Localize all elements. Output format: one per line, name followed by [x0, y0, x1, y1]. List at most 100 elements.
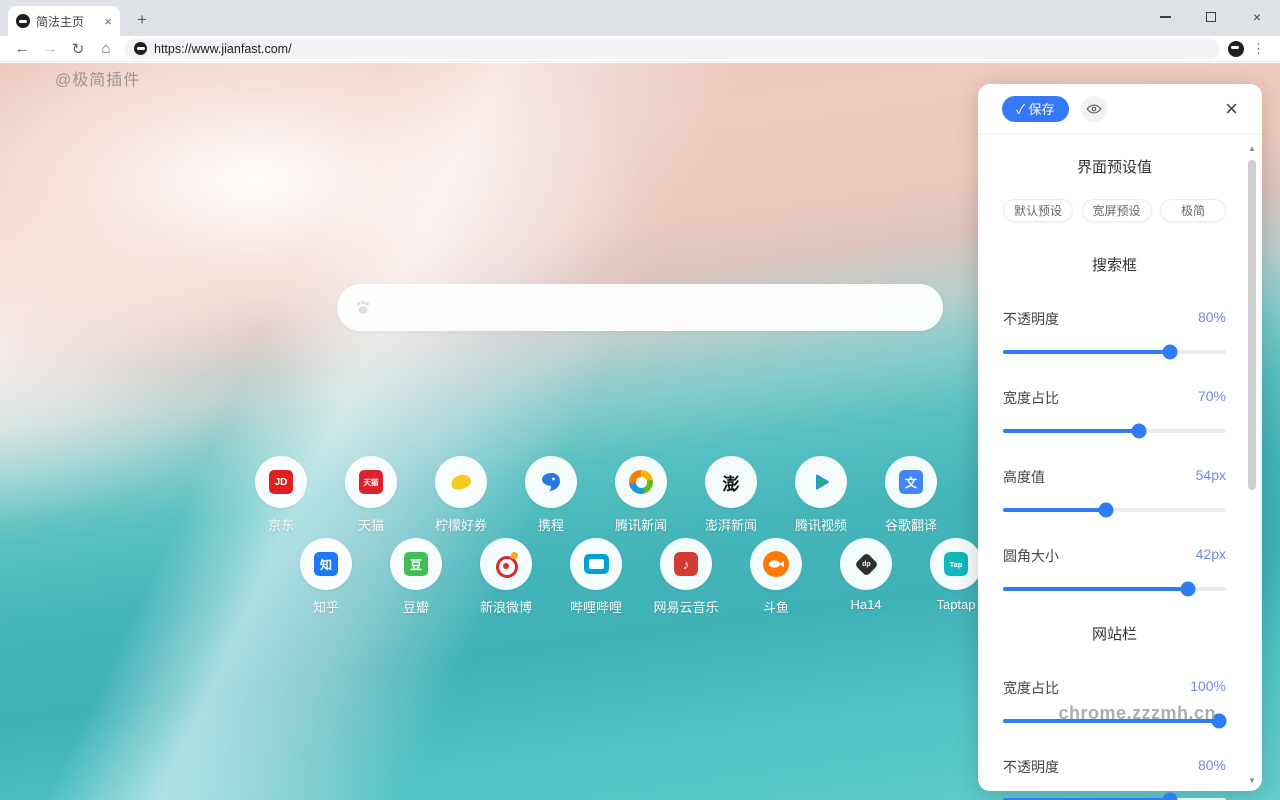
minimize-button[interactable]	[1142, 0, 1188, 34]
shortcut-label: 柠檬好券	[435, 515, 487, 534]
shortcut-google-translate[interactable]: 文 谷歌翻译	[885, 456, 937, 534]
preset-minimal-button[interactable]: 极简	[1160, 199, 1226, 222]
slider-value: 54px	[1196, 467, 1226, 487]
slider-search-height: 高度值 54px	[1003, 467, 1226, 512]
shortcut-ctrip[interactable]: 携程	[525, 456, 577, 534]
maximize-icon	[1206, 12, 1216, 22]
slider-value: 80%	[1198, 757, 1226, 777]
preset-default-button[interactable]: 默认预设	[1003, 199, 1073, 222]
eye-icon	[1086, 101, 1102, 117]
shortcut-tencent-video[interactable]: 腾讯视频	[795, 456, 847, 534]
zhihu-icon: 知	[300, 538, 352, 590]
shortcut-label: 腾讯视频	[795, 515, 847, 534]
shortcut-label: 斗鱼	[763, 597, 789, 616]
baidu-paw-icon	[353, 298, 373, 318]
slider-label: 圆角大小	[1003, 546, 1059, 566]
url-text: https://www.jianfast.com/	[154, 42, 292, 56]
reload-button[interactable]: ↻	[64, 40, 92, 58]
panel-close-icon[interactable]: ×	[1225, 98, 1238, 120]
scroll-thumb[interactable]	[1248, 160, 1256, 490]
taptap-icon: Tap	[930, 538, 982, 590]
shortcut-lemon-coupon[interactable]: 柠檬好券	[435, 456, 487, 534]
shortcut-label: 豆瓣	[403, 597, 429, 616]
shortcut-tmall[interactable]: 天猫 天猫	[345, 456, 397, 534]
shortcut-label: 澎湃新闻	[705, 515, 757, 534]
shortcut-jingdong[interactable]: JD 京东	[255, 456, 307, 534]
shortcut-zhihu[interactable]: 知 知乎	[300, 538, 352, 616]
sitebar-section-title: 网站栏	[1003, 623, 1226, 644]
slider-label: 高度值	[1003, 467, 1045, 487]
search-bar[interactable]	[337, 284, 943, 331]
netease-music-icon: ♪	[660, 538, 712, 590]
panel-scrollbar[interactable]: ▲ ▼	[1246, 144, 1258, 785]
site-favicon-icon	[134, 42, 147, 55]
maximize-button[interactable]	[1188, 0, 1234, 34]
browser-tab[interactable]: 简法主页 ×	[8, 6, 120, 36]
slider-value: 70%	[1198, 388, 1226, 408]
tab-strip: 简法主页 × + ×	[0, 0, 1280, 36]
scroll-up-icon[interactable]: ▲	[1246, 144, 1258, 153]
slider-knob[interactable]	[1098, 503, 1113, 518]
shortcut-label: Taptap	[936, 597, 975, 612]
panel-header: ✓ 保存 ×	[978, 84, 1262, 134]
forward-button[interactable]: →	[36, 40, 64, 57]
shortcut-bilibili[interactable]: 哔哩哔哩	[570, 538, 622, 616]
weibo-eye-icon	[480, 538, 532, 590]
slider-knob[interactable]	[1163, 793, 1178, 800]
search-opacity-slider[interactable]	[1003, 350, 1226, 354]
shortcut-row-2: 知 知乎 豆 豆瓣 新浪微博 哔哩哔哩 ♪ 网易云音乐 斗鱼	[300, 538, 982, 616]
slider-label: 不透明度	[1003, 309, 1059, 329]
shortcut-pengpai-news[interactable]: 澎 澎湃新闻	[705, 456, 757, 534]
wallpaper: @极简插件 JD 京东 天猫 天猫 柠檬好券	[0, 63, 1280, 800]
shortcut-label: 哔哩哔哩	[570, 597, 622, 616]
preview-eye-button[interactable]	[1081, 96, 1107, 122]
slider-knob[interactable]	[1181, 582, 1196, 597]
shortcut-row-1: JD 京东 天猫 天猫 柠檬好券 携程 腾讯新闻 澎 澎湃新闻	[255, 456, 937, 534]
extension-icon[interactable]	[1228, 41, 1244, 57]
slider-label: 宽度占比	[1003, 678, 1059, 698]
slider-value: 80%	[1198, 309, 1226, 329]
slider-value: 42px	[1196, 546, 1226, 566]
search-input[interactable]	[383, 299, 943, 316]
settings-panel: ✓ 保存 × 界面预设值 默认预设 宽屏预设 极简 搜索框 不透明度 80%	[978, 84, 1262, 791]
search-width-slider[interactable]	[1003, 429, 1226, 433]
shortcut-tencent-news[interactable]: 腾讯新闻	[615, 456, 667, 534]
plugin-watermark: @极简插件	[55, 66, 140, 90]
tab-close-icon[interactable]: ×	[104, 14, 112, 29]
shortcut-label: 知乎	[313, 597, 339, 616]
shortcut-weibo[interactable]: 新浪微博	[480, 538, 532, 616]
search-radius-slider[interactable]	[1003, 587, 1226, 591]
shortcut-netease-music[interactable]: ♪ 网易云音乐	[660, 538, 712, 616]
google-translate-icon: 文	[885, 456, 937, 508]
slider-sitebar-opacity: 不透明度 80%	[1003, 757, 1226, 800]
preset-widescreen-button[interactable]: 宽屏预设	[1082, 199, 1152, 222]
save-button[interactable]: ✓ 保存	[1002, 96, 1069, 122]
bilibili-tv-icon	[570, 538, 622, 590]
shortcut-ha14[interactable]: dp Ha14	[840, 538, 892, 616]
shortcut-douban[interactable]: 豆 豆瓣	[390, 538, 442, 616]
slider-knob[interactable]	[1132, 424, 1147, 439]
window-controls: ×	[1142, 0, 1280, 34]
new-tab-button[interactable]: +	[130, 8, 154, 32]
address-bar[interactable]: https://www.jianfast.com/	[124, 39, 1220, 59]
tmall-icon: 天猫	[345, 456, 397, 508]
search-height-slider[interactable]	[1003, 508, 1226, 512]
shortcut-douyu[interactable]: 斗鱼	[750, 538, 802, 616]
shortcut-label: Ha14	[850, 597, 881, 612]
scroll-down-icon[interactable]: ▼	[1246, 776, 1258, 785]
shortcut-label: 携程	[538, 515, 564, 534]
menu-kebab-icon[interactable]: ⋮	[1252, 41, 1265, 57]
tab-title: 简法主页	[36, 13, 98, 30]
slider-label: 不透明度	[1003, 757, 1059, 777]
tencent-news-icon	[615, 456, 667, 508]
slider-knob[interactable]	[1163, 345, 1178, 360]
jd-icon: JD	[255, 456, 307, 508]
back-button[interactable]: ←	[8, 40, 36, 57]
close-window-button[interactable]: ×	[1234, 0, 1280, 34]
home-button[interactable]: ⌂	[92, 40, 120, 57]
pengpai-icon: 澎	[705, 456, 757, 508]
slider-search-opacity: 不透明度 80%	[1003, 309, 1226, 354]
shortcut-taptap[interactable]: Tap Taptap	[930, 538, 982, 616]
slider-label: 宽度占比	[1003, 388, 1059, 408]
douyu-fish-icon	[750, 538, 802, 590]
